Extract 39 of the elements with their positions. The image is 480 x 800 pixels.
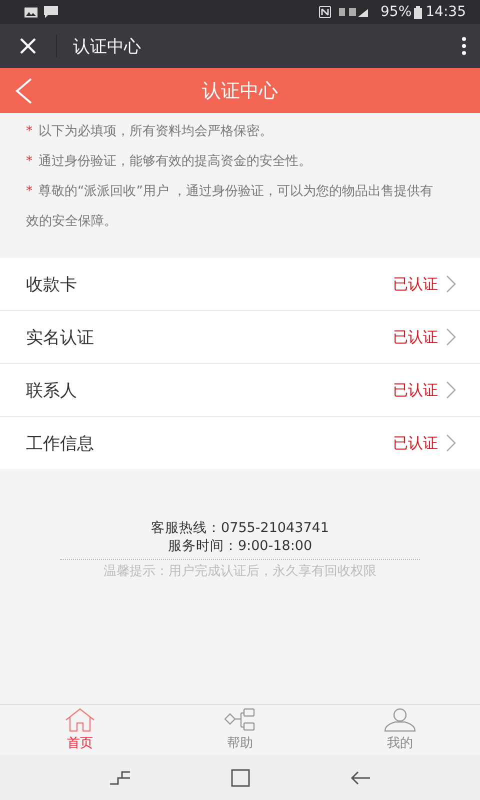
note-text: * 以下为必填项，所有资料均会严格保密。 [26, 123, 274, 141]
recent-apps-icon[interactable] [110, 770, 130, 786]
user-icon [384, 708, 416, 732]
hours-text: 服务时间：9:00-18:00 [168, 537, 312, 555]
battery-level: 95% [380, 4, 412, 20]
more-icon [462, 37, 466, 55]
row-label: 联系人 [26, 380, 78, 402]
row-label: 实名认证 [26, 326, 95, 348]
clock: 14:35 [426, 4, 466, 20]
status-text: 已认证 [393, 380, 438, 400]
hotline-text: 客服热线：0755-21043741 [151, 519, 329, 537]
chevron-icon [446, 275, 456, 293]
list-row[interactable]: 收款卡 已认证 [0, 258, 480, 311]
house-icon [65, 708, 95, 732]
page-title: 认证中心 [201, 78, 279, 104]
tip-text: 温馨提示：用户完成认证后，永久享有回收权限 [104, 563, 376, 580]
home-icon[interactable] [230, 768, 250, 786]
chevron-icon [446, 328, 456, 346]
list-row[interactable]: 联系人 已认证 [0, 364, 480, 417]
chevron-icon [446, 434, 456, 452]
status-text: 已认证 [393, 274, 438, 294]
close-icon [19, 37, 37, 55]
status-text: 已认证 [393, 328, 438, 346]
image-icon [24, 6, 38, 18]
back-icon[interactable] [350, 770, 370, 784]
list-row[interactable]: 工作信息 已认证 [0, 417, 480, 469]
battery-icon [414, 6, 422, 18]
chevron-icon [446, 381, 456, 399]
message-icon [44, 6, 58, 18]
flowchart-icon [224, 708, 256, 732]
back-icon [14, 78, 34, 104]
row-label: 工作信息 [26, 432, 95, 454]
list-row[interactable]: 实名认证 已认证 [0, 311, 480, 364]
status-text: 已认证 [393, 434, 438, 452]
row-label: 收款卡 [26, 274, 78, 296]
window-title: 认证中心 [73, 36, 142, 58]
nfc-icon [318, 6, 331, 18]
note-text: * 尊敬的“派派回收”用户 ，通过身份验证，可以为您的物品出售提供有效的安全保障。 [26, 183, 434, 231]
note-text: * 通过身份验证，能够有效的提高资金的安全性。 [26, 153, 312, 171]
